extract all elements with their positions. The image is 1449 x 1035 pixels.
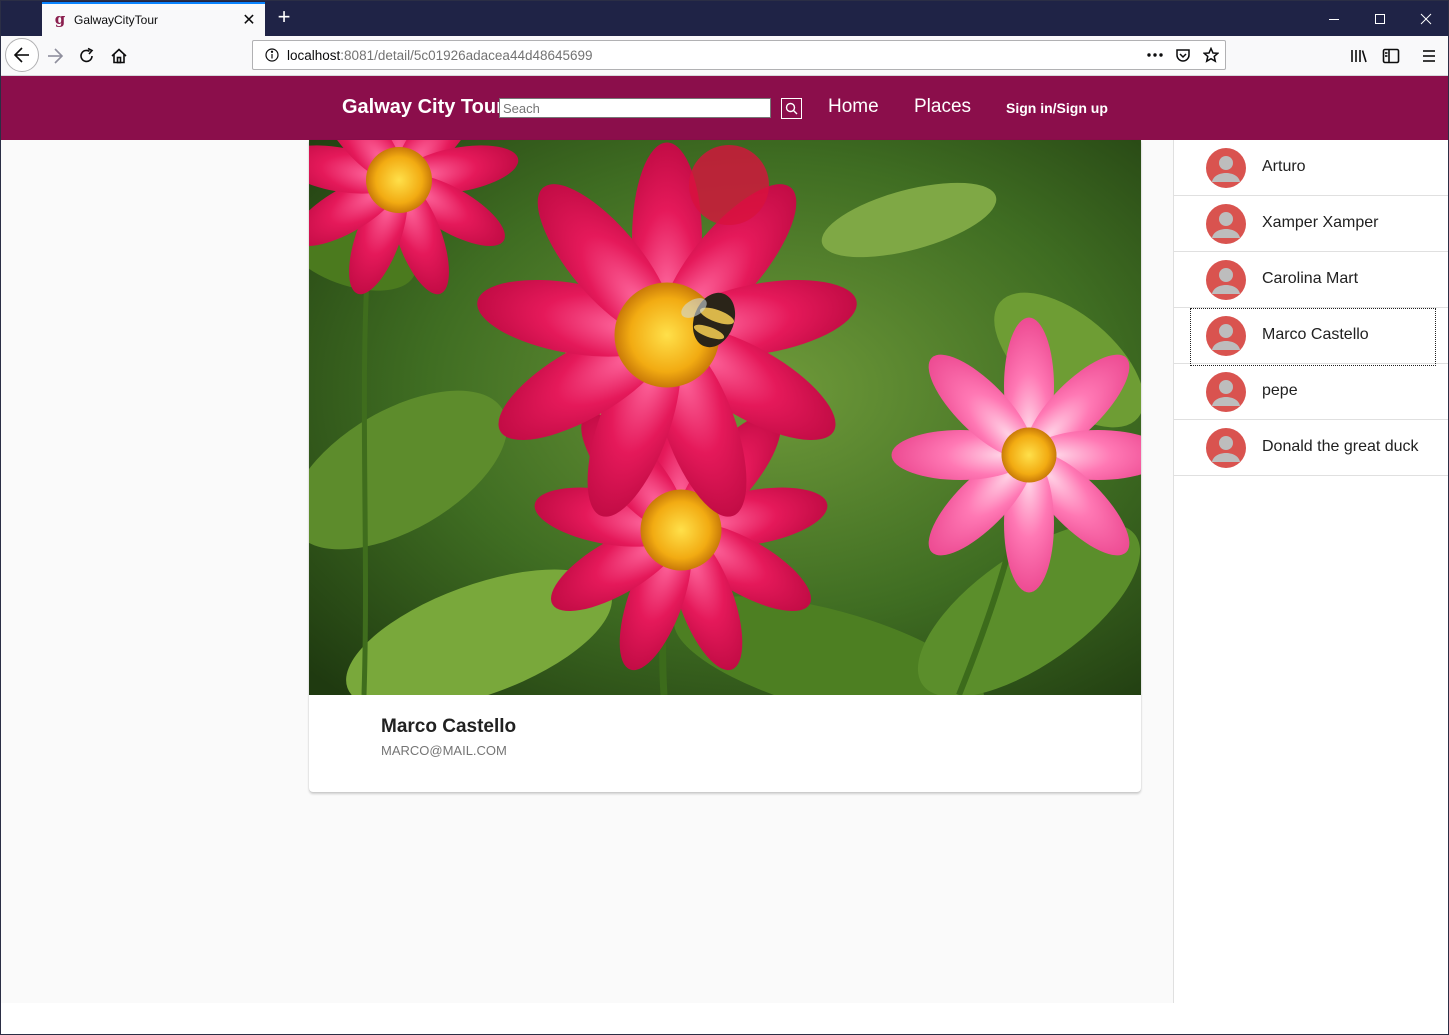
browser-window: g GalwayCityTour ✕ + localhost:8081/deta…: [0, 0, 1449, 1035]
user-list-name: Carolina Mart: [1262, 270, 1359, 287]
sidebar-toggle-icon[interactable]: [1375, 40, 1407, 72]
user-list-item[interactable]: Arturo: [1174, 140, 1448, 196]
tab-close-icon[interactable]: ✕: [237, 10, 261, 30]
avatar-person-icon: [1206, 260, 1246, 300]
back-arrow-icon[interactable]: [5, 38, 39, 72]
home-icon[interactable]: [103, 40, 135, 72]
user-list-item[interactable]: Carolina Mart: [1174, 252, 1448, 308]
forward-arrow-icon[interactable]: [39, 40, 71, 72]
profile-flower-photo: [309, 140, 1141, 695]
nav-sign-in-link[interactable]: Sign in/Sign up: [1006, 100, 1108, 116]
avatar-person-icon: [1206, 372, 1246, 412]
site-brand[interactable]: Galway City Tour: [342, 96, 504, 119]
user-list-name: Arturo: [1262, 158, 1306, 175]
tab-strip: g GalwayCityTour ✕ +: [1, 1, 1448, 36]
site-navbar: Galway City Tour Home Places Sign in/Sig…: [1, 76, 1448, 140]
user-list: Arturo Xamper Xamper Carolina Mart Marco…: [1173, 140, 1448, 1003]
web-page: Galway City Tour Home Places Sign in/Sig…: [1, 76, 1448, 1003]
reload-icon[interactable]: [71, 40, 103, 72]
url-host: localhost: [287, 47, 341, 63]
menu-hamburger-icon[interactable]: [1413, 40, 1445, 72]
maximize-icon[interactable]: [1357, 1, 1403, 36]
user-list-item[interactable]: Xamper Xamper: [1174, 196, 1448, 252]
page-actions-icon[interactable]: [1141, 41, 1169, 69]
browser-toolbar: localhost:8081/detail/5c01926adacea44d48…: [1, 36, 1448, 76]
user-list-name: Xamper Xamper: [1262, 214, 1379, 231]
search-input[interactable]: [499, 98, 771, 118]
user-list-item-selected[interactable]: Marco Castello: [1174, 308, 1448, 366]
nav-places-link[interactable]: Places: [914, 96, 971, 118]
user-email: MARCO@MAIL.COM: [381, 743, 507, 758]
user-list-item[interactable]: pepe: [1174, 364, 1448, 420]
page-bottom-strip: [1, 1003, 1448, 1034]
nav-home-link[interactable]: Home: [828, 96, 879, 118]
user-list-name: Donald the great duck: [1262, 438, 1419, 455]
user-name-title: Marco Castello: [381, 716, 517, 737]
site-info-icon[interactable]: [259, 48, 285, 62]
avatar-person-icon: [1206, 428, 1246, 468]
pocket-icon[interactable]: [1169, 41, 1197, 69]
bookmark-star-icon[interactable]: [1197, 41, 1225, 69]
search-icon[interactable]: [781, 98, 802, 119]
avatar-person-icon: [1206, 148, 1246, 188]
address-bar[interactable]: localhost:8081/detail/5c01926adacea44d48…: [252, 40, 1226, 70]
minimize-icon[interactable]: [1311, 1, 1357, 36]
tab-title: GalwayCityTour: [74, 13, 159, 27]
user-list-item[interactable]: Donald the great duck: [1174, 420, 1448, 476]
avatar-person-icon: [1206, 204, 1246, 244]
avatar-person-icon: [1206, 316, 1246, 356]
url-text[interactable]: localhost:8081/detail/5c01926adacea44d48…: [287, 48, 1141, 63]
user-list-name: Marco Castello: [1262, 326, 1369, 343]
site-favicon-icon: g: [54, 10, 66, 28]
url-path: :8081/detail/5c01926adacea44d48645699: [340, 47, 593, 63]
close-window-icon[interactable]: [1403, 1, 1448, 36]
browser-tab[interactable]: g GalwayCityTour ✕: [42, 2, 265, 36]
user-list-name: pepe: [1262, 382, 1298, 399]
new-tab-plus-icon[interactable]: +: [272, 5, 296, 31]
user-detail-card: Marco Castello MARCO@MAIL.COM: [309, 140, 1141, 792]
library-icon[interactable]: [1343, 40, 1375, 72]
